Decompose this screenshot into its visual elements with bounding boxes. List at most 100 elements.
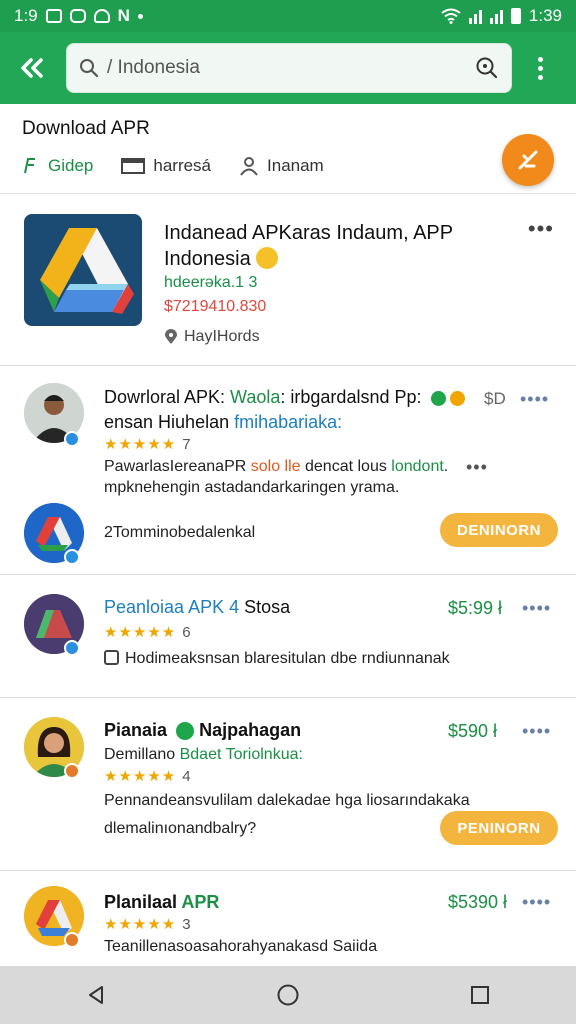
location-pin-icon [165, 329, 177, 344]
item-more-button[interactable]: •••• [522, 598, 551, 619]
featured-title-line1: Indanead APKaras Indaum, APP [164, 222, 454, 244]
verified-badge-icon [64, 640, 80, 656]
title-text: Peanloiaa APK 4 [104, 597, 240, 617]
item-price: $5:99 ł [448, 598, 503, 618]
star-rating: ★★★★★ 7 [104, 436, 191, 453]
item-title: Peanloiaa APK 4 Stosa [104, 597, 290, 618]
list-item[interactable]: Dowrloral APK: Waola: irbgardalsnd Pp: $… [0, 367, 576, 575]
title-line2-b: fmihabariaka: [234, 412, 343, 432]
person-icon [240, 157, 258, 176]
tab-harresa[interactable]: harresá [121, 156, 211, 176]
title-accent: APR [181, 892, 220, 912]
star-rating: ★★★★★ 3 [104, 916, 191, 933]
verified-badge-icon [64, 549, 80, 565]
tab-label: Inanam [267, 156, 324, 175]
item-description: Teanillenasoasahorahyanakasd Saiida [104, 938, 378, 955]
status-time: 1:39 [528, 6, 562, 25]
item-more-button[interactable]: •••• [520, 389, 549, 410]
description-more-button[interactable]: ••• [466, 457, 488, 478]
verified-badge-icon [64, 431, 80, 447]
item-title-line2: ensan Hiuhelan fmihabariaka: [104, 412, 342, 433]
quick-action-button[interactable] [502, 134, 554, 186]
square-recents-icon [471, 986, 489, 1004]
system-nav-bar [0, 966, 576, 1024]
list-item[interactable]: Peanloiaa APK 4 Stosa $5:99 ł •••• ★★★★★… [0, 576, 576, 698]
drive-logo-icon [40, 228, 134, 314]
item-title: Planilaal APR [104, 892, 219, 913]
item-title: Dowrloral APK: Waola: irbgardalsnd Pp: [104, 387, 465, 408]
title-rest: Najpahagan [194, 720, 302, 740]
badge-icon [64, 932, 80, 948]
app-icon [24, 214, 142, 326]
rating-count: 7 [182, 436, 191, 453]
location-label: HayIHords [184, 328, 260, 345]
page-title: Download APR [22, 118, 150, 139]
folder-icon [121, 158, 146, 174]
featured-app-card[interactable]: Indanead APKaras Indaum, APP Indonesia h… [0, 196, 576, 366]
desc-d: londont [391, 458, 444, 475]
item-more-button[interactable]: •••• [522, 892, 551, 913]
rating-count: 3 [182, 916, 191, 933]
page-header: Download APR Gidep harresá Inanam [0, 104, 576, 194]
star-rating: ★★★★★ 4 [104, 768, 191, 785]
gold-badge-icon [449, 390, 465, 406]
n-notification-icon: N [117, 6, 130, 25]
rating-count: 6 [182, 624, 191, 641]
list-item[interactable]: Pianaia Najpahagan $590 ł •••• Demillano… [0, 699, 576, 871]
battery-icon [510, 8, 521, 24]
tab-gidep[interactable]: Gidep [22, 156, 93, 176]
featured-subtitle: hdeerəka.1 3 [164, 274, 258, 291]
overflow-menu-button[interactable] [522, 46, 558, 90]
tab-label: harresá [153, 156, 212, 175]
featured-title-line2: Indonesia [164, 248, 251, 270]
item-more-button[interactable]: •••• [522, 721, 551, 742]
list-item[interactable]: Planilaal APR $5390 ł •••• ★★★★★ 3 Teanil… [0, 872, 576, 966]
check-badge-icon [430, 390, 446, 406]
emoji-icon [256, 247, 279, 269]
search-input[interactable] [107, 57, 475, 79]
status-time-left: 1:9 [14, 6, 38, 25]
item-price: $590 ł [448, 721, 498, 741]
desc-e: . [443, 458, 449, 475]
title-text: Planilaal [104, 892, 182, 912]
star-rating: ★★★★★ 6 [104, 624, 191, 641]
header-links: Gidep harresá Inanam [22, 156, 324, 176]
item-title: Pianaia Najpahagan [104, 720, 301, 741]
app-bar [0, 32, 576, 104]
title-rest: Stosa [239, 597, 291, 617]
search-submit-icon[interactable] [475, 56, 499, 80]
more-options-button[interactable]: ••• [528, 216, 554, 242]
search-bar[interactable] [66, 43, 512, 93]
lightning-icon [518, 150, 538, 170]
item-price: $5390 ł [448, 892, 508, 912]
search-icon [80, 59, 99, 78]
item-price: $D [484, 389, 506, 408]
download-button[interactable]: DENINORN [440, 513, 558, 547]
more-notifications-icon [137, 13, 143, 19]
title-text: Dowrloral APK: [104, 387, 231, 407]
back-button[interactable] [10, 46, 54, 90]
item-subtitle: Demillano Bdaet Toriolnkua: [104, 746, 303, 764]
nav-home-button[interactable] [264, 971, 312, 1019]
featured-location: HayIHords [164, 328, 260, 346]
circle-home-icon [277, 984, 299, 1006]
subtitle-b: Bdaet Toriolnkua: [179, 746, 303, 763]
nav-recents-button[interactable] [456, 971, 504, 1019]
nav-back-button[interactable] [72, 971, 120, 1019]
shield-notification-icon [93, 9, 110, 23]
puzzle-icon [24, 158, 35, 174]
tab-inanam[interactable]: Inanam [239, 156, 324, 176]
wifi-icon [441, 8, 461, 24]
double-chevron-left-icon [21, 58, 43, 78]
desc-c: dencat lous [300, 458, 392, 475]
desc-text: Hodimeaksnsan blaresitulan dbe rndiunnan… [125, 650, 450, 667]
message-notification-icon [69, 9, 86, 23]
featured-price: $7219410.830 [164, 298, 267, 315]
item-description: Pennandeansvulilam dalekadae hga liosarı… [104, 792, 470, 809]
item-description-line2: mpknehengin astadandarkaringen yrama. [104, 479, 400, 496]
gallery-notification-icon [45, 9, 62, 23]
title-accent: Waola [230, 387, 281, 407]
sub-label: 2Tomminobedalenkal [104, 524, 256, 541]
download-button[interactable]: PENINORN [440, 811, 558, 845]
signal-icon [468, 8, 482, 24]
